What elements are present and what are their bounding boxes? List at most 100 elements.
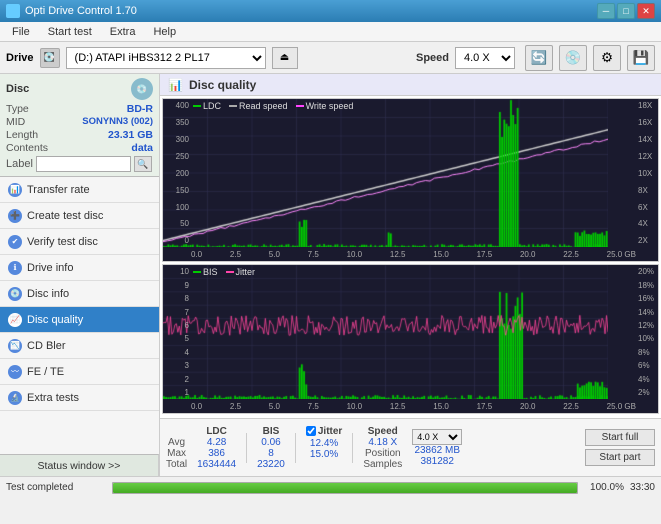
- verify-test-disc-icon: ✔: [8, 235, 22, 249]
- menu-bar: File Start test Extra Help: [0, 22, 661, 42]
- stats-ldc-max: 386: [208, 448, 225, 459]
- sidebar: Disc 💿 Type BD-R MID SONYNN3 (002) Lengt…: [0, 74, 160, 476]
- sidebar-item-disc-info[interactable]: 💿 Disc info: [0, 281, 159, 307]
- sidebar-item-cd-bler[interactable]: 📉 CD Bler: [0, 333, 159, 359]
- upper-chart: LDC Read speed Write speed 4003503002502…: [162, 98, 659, 262]
- drive-select[interactable]: (D:) ATAPI iHBS312 2 PL17: [66, 47, 266, 69]
- stats-max-label: Max: [167, 448, 186, 459]
- stats-position-label: Position: [365, 448, 401, 459]
- save-button[interactable]: 💾: [627, 45, 655, 71]
- settings-button[interactable]: ⚙: [593, 45, 621, 71]
- lower-chart: BIS Jitter 10987654321 20%18%16%14%12%10…: [162, 264, 659, 414]
- upper-chart-canvas: [163, 99, 608, 247]
- upper-chart-y-left: 400350300250200150100500: [163, 99, 191, 245]
- app-icon: [6, 4, 20, 18]
- stats-bis-avg: 0.06: [261, 437, 280, 448]
- disc-contents-label: Contents: [6, 142, 48, 154]
- disc-icon: 💿: [131, 78, 153, 100]
- speed-select[interactable]: 4.0 X: [455, 47, 515, 69]
- lower-chart-canvas: [163, 265, 608, 399]
- jitter-checkbox[interactable]: [306, 426, 316, 436]
- title-bar: Opti Drive Control 1.70 ─ □ ✕: [0, 0, 661, 22]
- sidebar-item-disc-quality[interactable]: 📈 Disc quality: [0, 307, 159, 333]
- upper-legend-writespeed: Write speed: [306, 101, 354, 111]
- lower-legend-jitter: Jitter: [236, 267, 256, 277]
- create-test-disc-icon: ➕: [8, 209, 22, 223]
- upper-chart-y-right: 18X16X14X12X10X8X6X4X2X: [636, 99, 658, 245]
- fe-te-label: FE / TE: [27, 366, 64, 378]
- sidebar-item-create-test-disc[interactable]: ➕ Create test disc: [0, 203, 159, 229]
- divider1: [246, 433, 247, 463]
- drive-label: Drive: [6, 52, 34, 64]
- charts-container: LDC Read speed Write speed 4003503002502…: [160, 96, 661, 418]
- chart-title: Disc quality: [189, 78, 256, 92]
- stats-jitter-avg: 12.4%: [310, 438, 338, 449]
- minimize-button[interactable]: ─: [597, 3, 615, 19]
- disc-quality-icon: 📈: [8, 313, 22, 327]
- verify-test-disc-label: Verify test disc: [27, 236, 98, 248]
- disc-length-val: 23.31 GB: [108, 129, 153, 141]
- extra-tests-icon: 🔬: [8, 391, 22, 405]
- disc-info-label: Disc info: [27, 288, 69, 300]
- stats-bis-total: 23220: [257, 459, 285, 470]
- maximize-button[interactable]: □: [617, 3, 635, 19]
- close-button[interactable]: ✕: [637, 3, 655, 19]
- stats-samples-val: 381282: [421, 456, 454, 467]
- drive-icon: 💽: [40, 48, 60, 68]
- menu-help[interactable]: Help: [145, 24, 184, 40]
- start-full-button[interactable]: Start full: [585, 429, 655, 446]
- refresh-button[interactable]: 🔄: [525, 45, 553, 71]
- disc-length-label: Length: [6, 129, 38, 141]
- disc-mid-val: SONYNN3 (002): [82, 116, 153, 128]
- divider2: [295, 433, 296, 463]
- stats-ldc-header: LDC: [206, 426, 227, 437]
- chart-header: 📊 Disc quality: [160, 74, 661, 96]
- transfer-rate-icon: 📊: [8, 183, 22, 197]
- progress-bar-fill: [113, 483, 577, 493]
- lower-chart-y-left: 10987654321: [163, 265, 191, 397]
- stats-bar: Avg Max Total LDC 4.28 386 1634444 BIS 0…: [160, 418, 661, 476]
- disc-contents-val: data: [131, 142, 153, 154]
- stats-ldc-total: 1634444: [197, 459, 236, 470]
- speed-select-stats[interactable]: 4.0 X: [412, 429, 462, 445]
- lower-chart-legend: BIS Jitter: [193, 267, 255, 277]
- stats-speed-header: Speed: [368, 426, 398, 437]
- disc-label-input[interactable]: [36, 156, 131, 172]
- status-text: Test completed: [6, 482, 106, 493]
- sidebar-item-fe-te[interactable]: 〰 FE / TE: [0, 359, 159, 385]
- eject-button[interactable]: ⏏: [272, 47, 298, 69]
- upper-legend-ldc: LDC: [203, 101, 221, 111]
- stats-bis-max: 8: [268, 448, 274, 459]
- stats-bis-header: BIS: [263, 426, 280, 437]
- sidebar-item-verify-test-disc[interactable]: ✔ Verify test disc: [0, 229, 159, 255]
- fe-te-icon: 〰: [8, 365, 22, 379]
- status-window-button[interactable]: Status window >>: [0, 454, 159, 476]
- start-part-button[interactable]: Start part: [585, 449, 655, 466]
- cd-bler-icon: 📉: [8, 339, 22, 353]
- disc-label-button[interactable]: 🔍: [134, 156, 152, 172]
- menu-start-test[interactable]: Start test: [40, 24, 100, 40]
- speed-label: Speed: [416, 52, 449, 64]
- disc-title: Disc: [6, 83, 29, 95]
- sidebar-item-drive-info[interactable]: ℹ Drive info: [0, 255, 159, 281]
- drive-info-icon: ℹ: [8, 261, 22, 275]
- disc-quality-label: Disc quality: [27, 314, 83, 326]
- transfer-rate-label: Transfer rate: [27, 184, 90, 196]
- sidebar-item-transfer-rate[interactable]: 📊 Transfer rate: [0, 177, 159, 203]
- stats-jitter-max: 15.0%: [310, 449, 338, 460]
- progress-pct: 100.0%: [584, 482, 624, 493]
- disc-info-icon: 💿: [8, 287, 22, 301]
- stats-samples-label: Samples: [363, 459, 402, 470]
- disc-type-label: Type: [6, 103, 29, 115]
- chart-icon: 📊: [168, 78, 183, 92]
- stats-position-val: 23862 MB: [414, 445, 460, 456]
- menu-extra[interactable]: Extra: [102, 24, 144, 40]
- upper-chart-x-axis: 0.02.55.07.510.012.515.017.520.022.525.0…: [191, 247, 636, 261]
- burn-button[interactable]: 💿: [559, 45, 587, 71]
- extra-tests-label: Extra tests: [27, 392, 79, 404]
- nav-items: 📊 Transfer rate ➕ Create test disc ✔ Ver…: [0, 177, 159, 454]
- menu-file[interactable]: File: [4, 24, 38, 40]
- upper-chart-legend: LDC Read speed Write speed: [193, 101, 353, 111]
- drive-bar: Drive 💽 (D:) ATAPI iHBS312 2 PL17 ⏏ Spee…: [0, 42, 661, 74]
- sidebar-item-extra-tests[interactable]: 🔬 Extra tests: [0, 385, 159, 411]
